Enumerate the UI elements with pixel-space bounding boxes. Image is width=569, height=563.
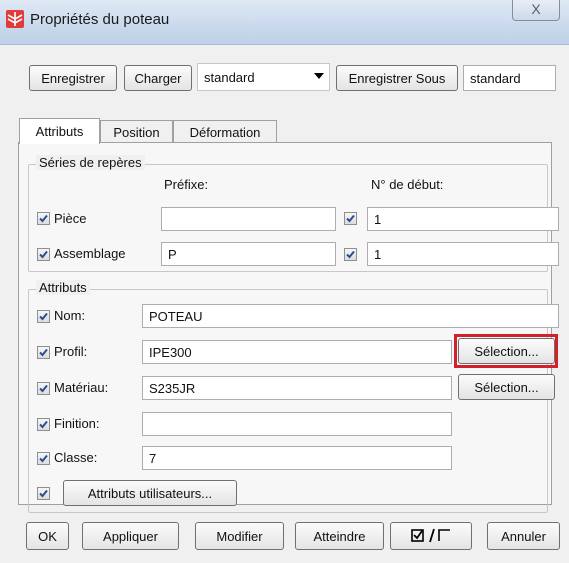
assembly-start-input[interactable]: 1 [367, 242, 559, 266]
save-button[interactable]: Enregistrer [29, 65, 117, 91]
piece-label: Pièce [54, 211, 87, 226]
tab-deformation[interactable]: Déformation [173, 120, 277, 144]
toggle-all-checkboxes-button[interactable] [390, 522, 472, 550]
user-attributes-checkbox[interactable] [37, 487, 50, 500]
user-attributes-button[interactable]: Attributs utilisateurs... [63, 480, 237, 506]
start-number-header: N° de début: [371, 177, 444, 192]
material-checkbox[interactable] [37, 382, 50, 395]
name-input[interactable]: POTEAU [142, 304, 559, 328]
modify-button[interactable]: Modifier [195, 522, 284, 550]
numbering-group-title: Séries de repères [36, 155, 145, 170]
assembly-prefix-input[interactable]: P [161, 242, 336, 266]
save-as-button[interactable]: Enregistrer Sous [336, 65, 458, 91]
class-label: Classe: [54, 450, 98, 465]
finish-checkbox[interactable] [37, 418, 50, 431]
cancel-button[interactable]: Annuler [487, 522, 560, 550]
material-label: Matériau: [54, 380, 109, 395]
name-label: Nom: [54, 308, 86, 323]
assembly-label: Assemblage [54, 246, 126, 261]
close-button[interactable]: X [512, 0, 560, 21]
preset-value: standard [204, 69, 255, 85]
profile-input[interactable]: IPE300 [142, 340, 452, 364]
piece-start-input[interactable]: 1 [367, 207, 559, 231]
prefix-header: Préfixe: [164, 177, 209, 192]
profile-selection-highlight [454, 334, 558, 368]
title-bar[interactable]: Propriétés du poteau X [0, 0, 569, 45]
close-icon: X [531, 1, 541, 17]
preset-dropdown[interactable]: standard [197, 63, 330, 91]
piece-prefix-input[interactable] [161, 207, 336, 231]
material-input[interactable]: S235JR [142, 376, 452, 400]
profile-checkbox[interactable] [37, 346, 50, 359]
apply-button[interactable]: Appliquer [82, 522, 179, 550]
reach-button[interactable]: Atteindre [295, 522, 384, 550]
app-icon [6, 10, 24, 28]
assembly-checkbox[interactable] [37, 248, 50, 261]
class-input[interactable]: 7 [142, 446, 452, 470]
attributes-group-title: Attributs [36, 280, 90, 295]
save-as-name-input[interactable]: standard [463, 65, 556, 91]
load-button[interactable]: Charger [124, 65, 192, 91]
piece-start-checkbox[interactable] [344, 212, 357, 225]
assembly-start-checkbox[interactable] [344, 248, 357, 261]
dropdown-arrow-icon [314, 73, 324, 79]
material-selection-button[interactable]: Sélection... [458, 374, 555, 400]
finish-input[interactable] [142, 412, 452, 436]
name-checkbox[interactable] [37, 310, 50, 323]
tab-position[interactable]: Position [100, 120, 173, 144]
tab-attributes[interactable]: Attributs [19, 118, 100, 144]
window-title: Propriétés du poteau [30, 11, 170, 28]
class-checkbox[interactable] [37, 452, 50, 465]
ok-button[interactable]: OK [26, 522, 69, 550]
finish-label: Finition: [54, 416, 100, 431]
check-uncheck-icon [411, 528, 450, 543]
profile-label: Profil: [54, 344, 88, 359]
piece-checkbox[interactable] [37, 212, 50, 225]
